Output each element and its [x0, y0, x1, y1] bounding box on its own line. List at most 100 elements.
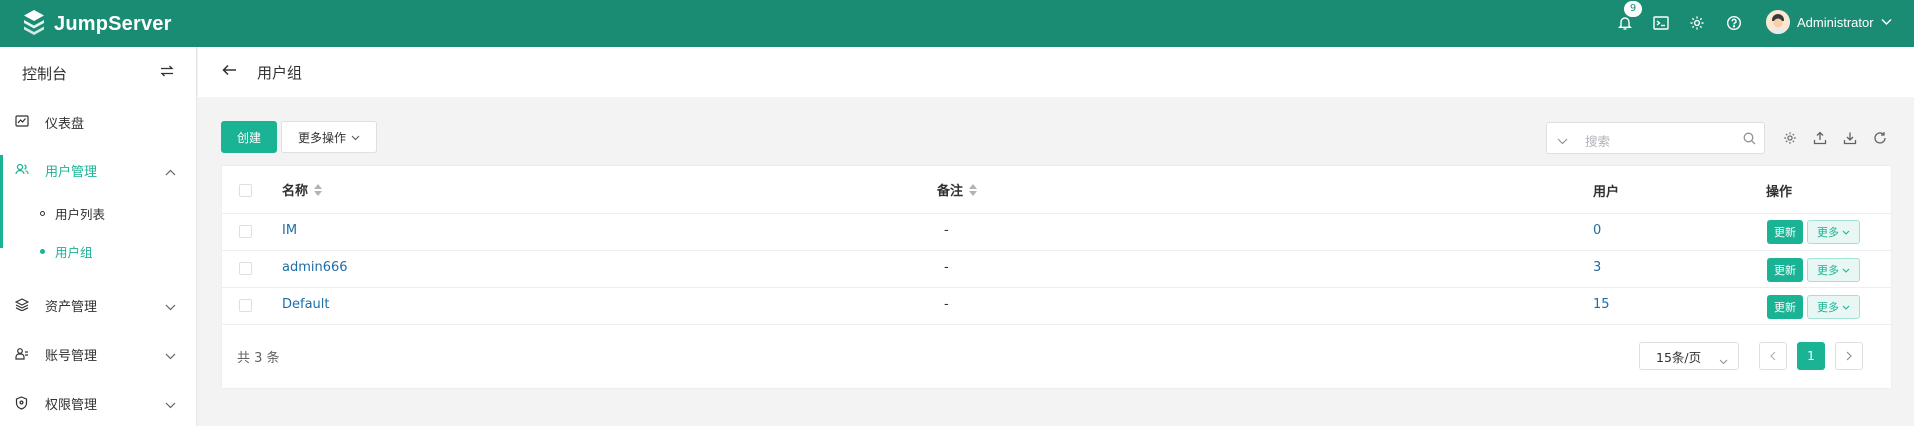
sidebar-subitem-label: 用户列表: [55, 206, 106, 222]
sort-icon[interactable]: [969, 183, 978, 196]
account-icon: [15, 347, 29, 364]
sidebar: 控制台 仪表盘 用户管理 用户列表 用户组 资产管理 账号管理 权限管理: [0, 47, 197, 426]
avatar: [1766, 10, 1790, 34]
chevron-right-icon: [1846, 351, 1852, 361]
sidebar-item-label: 账号管理: [45, 348, 98, 364]
chevron-down-icon: [1842, 305, 1850, 310]
page-size-select[interactable]: 15条/页: [1639, 342, 1739, 370]
bullet-icon: [40, 248, 45, 254]
chevron-down-icon: [165, 398, 176, 413]
group-comment: -: [944, 223, 949, 238]
sidebar-title: 控制台: [22, 65, 68, 83]
brand-name: JumpServer: [54, 12, 172, 35]
select-all-checkbox[interactable]: [239, 184, 252, 197]
more-button[interactable]: 更多: [1807, 258, 1860, 282]
chevron-down-icon: [351, 130, 360, 144]
chevron-up-icon: [165, 165, 176, 180]
group-user-count[interactable]: 15: [1593, 297, 1610, 312]
more-label: 更多: [1817, 226, 1839, 239]
switch-view-icon[interactable]: [160, 65, 174, 81]
table-settings-icon[interactable]: [1782, 130, 1798, 146]
update-button[interactable]: 更新: [1767, 258, 1803, 282]
update-button[interactable]: 更新: [1767, 295, 1803, 319]
import-icon[interactable]: [1842, 130, 1858, 146]
sidebar-item-label: 仪表盘: [45, 116, 85, 132]
chevron-down-icon[interactable]: [1557, 134, 1568, 149]
page-number-current[interactable]: 1: [1797, 342, 1825, 370]
user-group-table: 名称 备注 用户 操作 IM - 0 更新 更多 admin666 - 3 更新…: [221, 165, 1892, 389]
total-count: 共 3 条: [237, 351, 280, 366]
table-row: Default - 15 更新 更多: [222, 288, 1891, 325]
page-header: 用户组: [198, 47, 1914, 97]
group-comment: -: [944, 297, 949, 312]
sidebar-item-label: 资产管理: [45, 299, 98, 315]
search-input[interactable]: 搜索: [1585, 131, 1610, 150]
sidebar-item-account-management[interactable]: 账号管理: [0, 339, 196, 369]
settings-gear-icon[interactable]: [1686, 12, 1708, 34]
chevron-down-icon: [165, 349, 176, 364]
column-header-name[interactable]: 名称: [282, 180, 323, 199]
sidebar-item-user-management[interactable]: 用户管理: [0, 155, 196, 185]
group-user-count[interactable]: 3: [1593, 260, 1601, 275]
table-header: 名称 备注 用户 操作: [222, 166, 1891, 214]
create-button[interactable]: 创建: [221, 121, 277, 153]
chevron-down-icon: [1719, 353, 1728, 368]
sidebar-item-permission-management[interactable]: 权限管理: [0, 388, 196, 418]
column-header-actions: 操作: [1766, 185, 1793, 200]
group-comment: -: [944, 260, 949, 275]
column-label: 名称: [282, 184, 309, 199]
more-label: 更多: [1817, 264, 1839, 277]
table-row: IM - 0 更新 更多: [222, 214, 1891, 251]
logo[interactable]: JumpServer: [22, 9, 172, 39]
column-header-users: 用户: [1593, 185, 1620, 200]
table-row: admin666 - 3 更新 更多: [222, 251, 1891, 288]
row-checkbox[interactable]: [239, 299, 252, 312]
chevron-left-icon: [1770, 351, 1776, 361]
users-icon: [15, 163, 29, 179]
chevron-down-icon: [1842, 268, 1850, 273]
sort-icon[interactable]: [314, 183, 323, 196]
layers-icon: [14, 298, 30, 315]
user-menu[interactable]: Administrator: [1766, 10, 1892, 34]
search-icon[interactable]: [1743, 132, 1756, 149]
more-button[interactable]: 更多: [1807, 295, 1860, 319]
more-button[interactable]: 更多: [1807, 220, 1860, 244]
chevron-down-icon: [165, 300, 176, 315]
sidebar-subitem-user-groups[interactable]: 用户组: [40, 240, 93, 262]
page-title: 用户组: [257, 64, 303, 82]
sidebar-item-label: 用户管理: [45, 164, 98, 180]
sidebar-item-asset-management[interactable]: 资产管理: [0, 290, 196, 320]
search-box[interactable]: 搜索: [1546, 122, 1765, 154]
group-name-link[interactable]: Default: [282, 297, 330, 312]
chevron-down-icon: [1881, 15, 1892, 30]
back-arrow-icon[interactable]: [222, 64, 237, 80]
group-name-link[interactable]: admin666: [282, 260, 348, 275]
group-user-count[interactable]: 0: [1593, 223, 1601, 238]
bullet-icon: [40, 210, 45, 216]
more-label: 更多: [1817, 301, 1839, 314]
more-actions-button[interactable]: 更多操作: [281, 121, 377, 153]
jumpserver-logo-icon: [22, 9, 46, 39]
column-label: 备注: [937, 184, 964, 199]
refresh-icon[interactable]: [1872, 130, 1888, 146]
export-icon[interactable]: [1812, 130, 1828, 146]
dashboard-icon: [15, 115, 29, 131]
terminal-icon[interactable]: [1650, 12, 1672, 34]
sidebar-item-dashboard[interactable]: 仪表盘: [0, 107, 196, 137]
row-checkbox[interactable]: [239, 225, 252, 238]
row-checkbox[interactable]: [239, 262, 252, 275]
chevron-down-icon: [1842, 230, 1850, 235]
more-actions-label: 更多操作: [297, 130, 346, 145]
top-navbar: JumpServer 9 Administrator: [0, 0, 1914, 47]
shield-icon: [15, 396, 28, 414]
sidebar-subitem-user-list[interactable]: 用户列表: [40, 202, 105, 224]
user-name: Administrator: [1797, 14, 1874, 30]
sidebar-item-label: 权限管理: [45, 397, 98, 413]
update-button[interactable]: 更新: [1767, 220, 1803, 244]
prev-page-button[interactable]: [1759, 342, 1787, 370]
notification-count-badge: 9: [1624, 1, 1642, 17]
group-name-link[interactable]: IM: [282, 223, 297, 238]
next-page-button[interactable]: [1835, 342, 1863, 370]
help-icon[interactable]: [1723, 12, 1745, 34]
column-header-comment[interactable]: 备注: [937, 180, 978, 199]
